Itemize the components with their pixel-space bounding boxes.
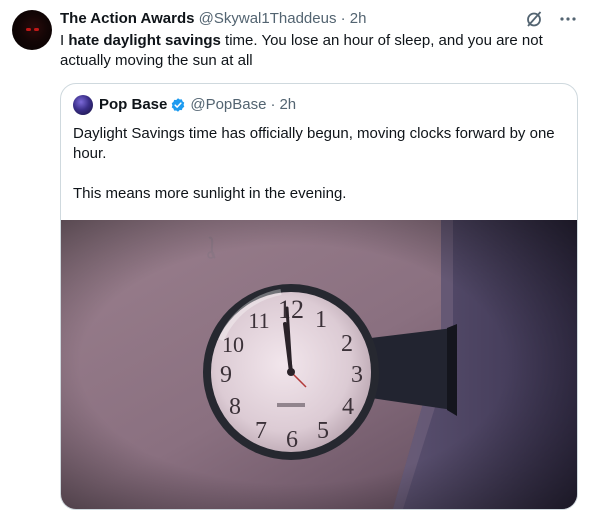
avatar[interactable]: [12, 10, 52, 50]
slash-circle-icon[interactable]: [523, 8, 545, 30]
avatar-eye-right: [34, 28, 39, 31]
tweet-header: The Action Awards @Skywal1Thaddeus · 2h: [60, 9, 366, 29]
separator: ·: [340, 10, 346, 27]
more-icon[interactable]: [557, 8, 579, 30]
author-handle[interactable]: @Skywal1Thaddeus: [199, 10, 337, 27]
quoted-author-name: Pop Base: [99, 96, 168, 113]
verified-icon: [172, 98, 185, 112]
clock-photo[interactable]: 12 1 2 3 4 5 6 7 8 9 10 11: [61, 220, 577, 509]
quoted-paragraph-1: Daylight Savings time has officially beg…: [73, 125, 555, 162]
quoted-text: Daylight Savings time has officially beg…: [73, 124, 568, 204]
avatar-eye-left: [26, 28, 31, 31]
tweet-text: I hate daylight savings time. You lose a…: [60, 31, 570, 71]
tweet-text-bold: hate daylight savings: [68, 32, 221, 49]
quoted-author-handle: @PopBase: [190, 96, 267, 113]
quoted-separator: ·: [270, 96, 276, 113]
quoted-tweet[interactable]: Pop Base @PopBase · 2h Daylight Savings …: [60, 83, 578, 510]
quoted-paragraph-2: This means more sunlight in the evening.: [73, 185, 347, 202]
quoted-header: Pop Base @PopBase · 2h: [73, 95, 296, 115]
tweet-actions: [523, 8, 579, 30]
author-name[interactable]: The Action Awards: [60, 10, 194, 27]
quoted-timestamp: 2h: [279, 96, 297, 113]
quoted-avatar: [73, 95, 93, 115]
timestamp[interactable]: 2h: [350, 10, 367, 27]
